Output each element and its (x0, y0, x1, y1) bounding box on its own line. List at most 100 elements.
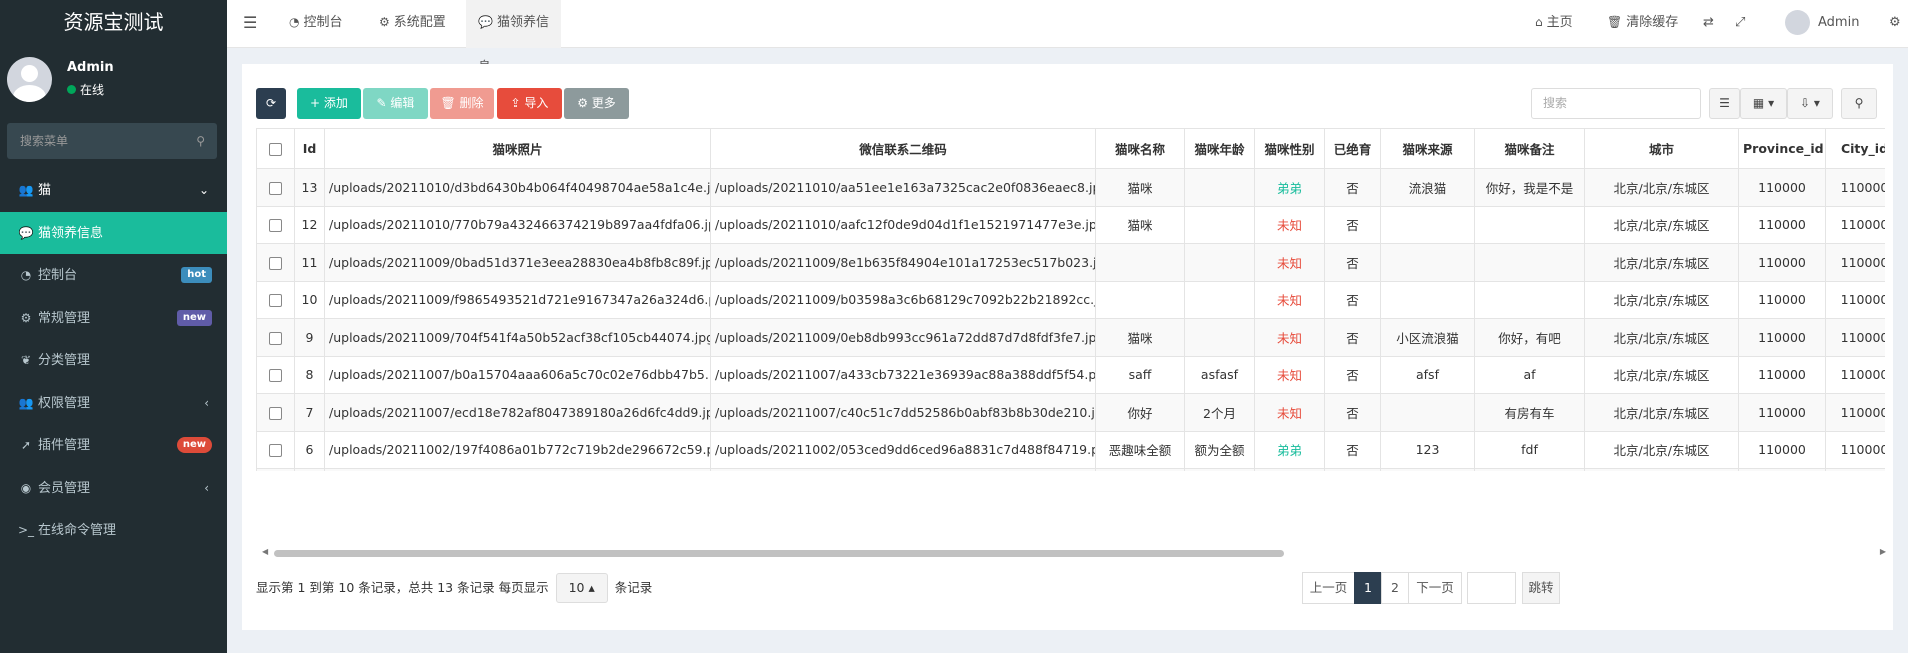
column-header[interactable]: City_id (1825, 128, 1885, 169)
table-row[interactable]: 12/uploads/20211010/770b79a432466374219b… (256, 205, 1885, 244)
column-header[interactable]: 猫咪照片 (324, 128, 711, 169)
page-1-button[interactable]: 1 (1354, 572, 1382, 604)
app-logo[interactable]: 资源宝测试 (0, 0, 227, 45)
row-checkbox-cell[interactable] (256, 205, 295, 244)
prev-page-button[interactable]: 上一页 (1302, 572, 1355, 604)
table-cell: qweqwe (1474, 468, 1585, 471)
home-link[interactable]: ⌂ 主页 (1535, 0, 1573, 48)
language-icon[interactable]: ⇄ (1703, 0, 1714, 48)
column-header[interactable]: 城市 (1584, 128, 1739, 169)
select-all-checkbox[interactable] (269, 143, 282, 156)
column-header[interactable]: 已绝育 (1324, 128, 1381, 169)
tab-system-config[interactable]: ⚙ 系统配置 (379, 0, 446, 48)
sidebar-item-command[interactable]: >_ 在线命令管理 (0, 509, 227, 552)
row-checkbox-cell[interactable] (256, 168, 295, 207)
sidebar-item-cat-adoption[interactable]: 💬 猫领养信息 (0, 211, 227, 254)
table-cell (1184, 168, 1255, 207)
column-header[interactable]: Id (294, 128, 325, 169)
next-page-button[interactable]: 下一页 (1408, 572, 1462, 604)
columns-button[interactable]: ▦ ▾ (1740, 88, 1787, 119)
horizontal-scrollbar[interactable]: ◀ ▶ (262, 547, 1886, 560)
table-row[interactable]: 10/uploads/20211009/f9865493521d721e9167… (256, 280, 1885, 319)
row-checkbox-cell[interactable] (256, 280, 295, 319)
export-button[interactable]: ⇩ ▾ (1787, 88, 1833, 119)
search-button[interactable]: ⚲ (1841, 88, 1877, 119)
column-header[interactable]: 猫咪备注 (1474, 128, 1585, 169)
column-header[interactable]: 猫咪名称 (1095, 128, 1185, 169)
jump-page-input[interactable] (1467, 572, 1516, 604)
column-header[interactable]: 猫咪来源 (1380, 128, 1475, 169)
row-checkbox[interactable] (269, 256, 282, 270)
sidebar-item-cat[interactable]: 👥 猫 ⌄ (0, 169, 227, 212)
toggle-view-button[interactable]: ☰ (1709, 88, 1740, 119)
select-all-checkbox-cell[interactable] (256, 128, 295, 169)
menu-search-input[interactable]: 搜索菜单 ⚲ (7, 123, 217, 159)
table-row[interactable]: 8/uploads/20211007/b0a15704aaa606a5c70c0… (256, 355, 1885, 394)
row-checkbox[interactable] (269, 181, 282, 195)
topbar: ☰ ◔控制台 ⚙系统配置 💬猫领养信息 ⌂主页 🗑清除缓存 ⇄ ⤢ Admin … (227, 0, 1908, 75)
row-checkbox[interactable] (269, 331, 282, 345)
sidebar-item-category[interactable]: ❦ 分类管理 (0, 339, 227, 382)
user-menu[interactable]: Admin (1785, 0, 1859, 48)
scrollbar-thumb[interactable] (274, 550, 1284, 557)
column-header[interactable]: Province_id (1738, 128, 1826, 169)
sidebar-item-dashboard[interactable]: ◔ 控制台 hot (0, 254, 227, 297)
row-checkbox-cell[interactable] (256, 318, 295, 357)
jump-button[interactable]: 跳转 (1522, 572, 1560, 604)
scroll-left-arrow-icon[interactable]: ◀ (262, 547, 268, 556)
import-button[interactable]: ⇪ 导入 (497, 88, 562, 119)
table-search-input[interactable]: 搜索 (1531, 88, 1701, 119)
refresh-button[interactable]: ⟳ (256, 88, 286, 119)
row-checkbox-cell[interactable] (256, 393, 295, 432)
row-checkbox-cell[interactable] (256, 468, 295, 471)
scroll-right-arrow-icon[interactable]: ▶ (1880, 547, 1886, 556)
row-checkbox-cell[interactable] (256, 243, 295, 282)
table-row[interactable]: 7/uploads/20211007/ecd18e782af8047389180… (256, 393, 1885, 432)
terminal-icon: >_ (18, 523, 35, 537)
tab-dashboard[interactable]: ◔ 控制台 (289, 0, 343, 48)
column-header[interactable]: 猫咪性别 (1254, 128, 1325, 169)
row-checkbox[interactable] (269, 369, 282, 383)
table-cell: 110000 (1738, 318, 1826, 357)
table-row[interactable]: 13/uploads/20211010/d3bd6430b4b064f40498… (256, 168, 1885, 207)
table-cell: /uploads/20211009/b03598a3c6b68129c7092b… (710, 280, 1096, 319)
page-2-button[interactable]: 2 (1381, 572, 1409, 604)
page-size-select[interactable]: 10 ▴ (555, 573, 608, 603)
caret-down-icon: ▾ (1813, 96, 1820, 110)
row-checkbox-cell[interactable] (256, 355, 295, 394)
user-status: 在线 (67, 81, 104, 98)
delete-button[interactable]: 🗑 删除 (430, 88, 494, 119)
table-row[interactable]: 11/uploads/20211009/0bad51d371e3eea28830… (256, 243, 1885, 282)
menu-toggle-icon[interactable]: ☰ (243, 0, 257, 48)
settings-icon[interactable]: ⚙ (1889, 0, 1901, 48)
column-header[interactable]: 微信联系二维码 (710, 128, 1096, 169)
clear-cache-button[interactable]: 🗑 清除缓存 (1607, 0, 1678, 48)
search-icon[interactable]: ⚲ (196, 123, 205, 159)
tab-cat-adoption[interactable]: 💬猫领养信息 (466, 0, 561, 75)
table-row[interactable]: 6/uploads/20211002/197f4086a01b772c719b2… (256, 430, 1885, 469)
table-row[interactable]: 5/uploads/20211001/ff95d83c88f94928d8f33… (256, 468, 1885, 471)
new-badge: new (176, 309, 212, 326)
row-checkbox[interactable] (269, 294, 282, 308)
table-cell (1184, 318, 1255, 357)
table-cell: 北京/北京/东城区 (1584, 318, 1739, 357)
more-button[interactable]: ⚙ 更多 (564, 88, 629, 119)
sidebar-item-plugin[interactable]: ➚ 插件管理 new (0, 424, 227, 467)
column-header[interactable]: 猫咪年龄 (1184, 128, 1255, 169)
table-row[interactable]: 9/uploads/20211009/704f541f4a50b52acf38c… (256, 318, 1885, 357)
row-checkbox[interactable] (269, 219, 282, 233)
table-cell: /uploads/20211007/b0a15704aaa606a5c70c02… (324, 355, 711, 394)
sidebar-item-member[interactable]: ◉ 会员管理 ‹ (0, 467, 227, 510)
table-cell (1380, 205, 1475, 244)
home-icon: ⌂ (1535, 15, 1543, 29)
row-checkbox[interactable] (269, 444, 282, 458)
edit-button[interactable]: ✎ 编辑 (363, 88, 428, 119)
table-cell: /uploads/20211002/197f4086a01b772c719b2d… (324, 430, 711, 469)
table-cell: /uploads/20211001/ab98b8618ea4f551aaa9de… (710, 468, 1096, 471)
fullscreen-icon[interactable]: ⤢ (1735, 0, 1745, 48)
add-button[interactable]: + 添加 (297, 88, 361, 119)
sidebar-item-permission[interactable]: 👥 权限管理 ‹ (0, 382, 227, 425)
sidebar-item-general[interactable]: ⚙ 常规管理 new (0, 297, 227, 340)
row-checkbox-cell[interactable] (256, 430, 295, 469)
row-checkbox[interactable] (269, 406, 282, 420)
